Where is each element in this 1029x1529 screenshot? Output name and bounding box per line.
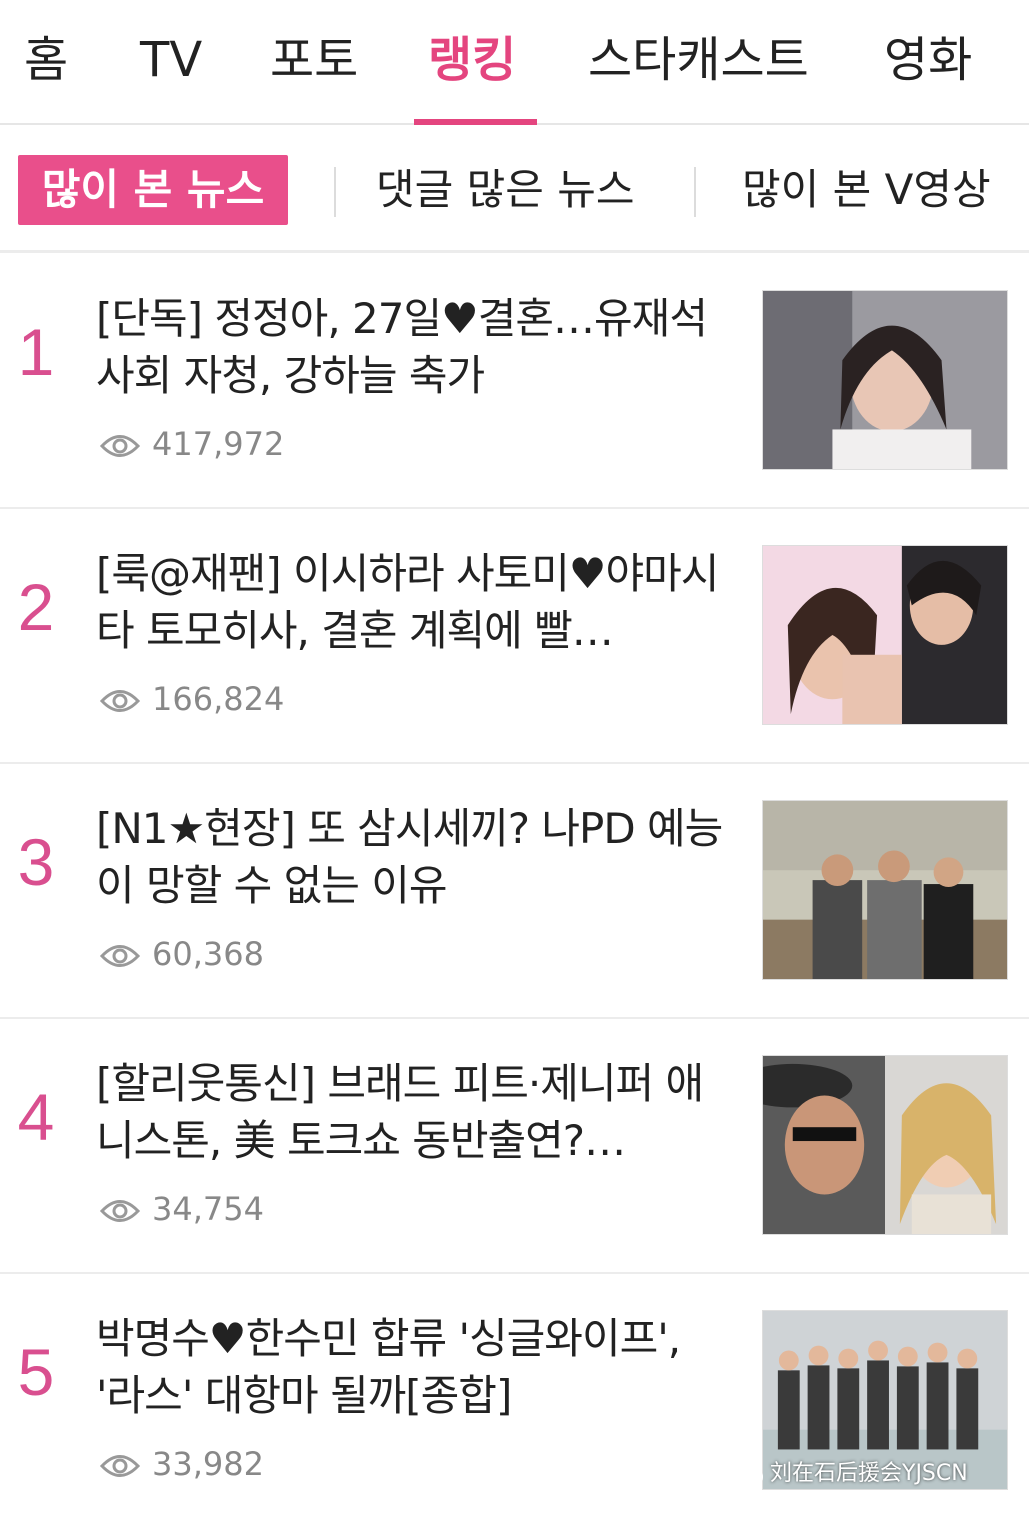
view-count-value: 60,368 (152, 935, 264, 973)
rank-number: 5 (17, 1335, 55, 1409)
eye-icon (100, 690, 140, 712)
view-count-value: 166,824 (152, 680, 285, 718)
news-list-item[interactable]: 4 [할리웃통신] 브래드 피트·제니퍼 애니스톤, 美 토크쇼 동반출연?… … (0, 1019, 1029, 1274)
tab-home[interactable]: 홈 (24, 30, 68, 90)
subtab-most-viewed-video[interactable]: 많이 본 V영상 (742, 155, 991, 225)
watermark: 刘在石后援会YJSCN (730, 1456, 968, 1492)
news-headline[interactable]: 박명수♥한수민 합류 '싱글와이프', '라스' 대항마 될까[종합] (96, 1310, 726, 1430)
news-thumbnail[interactable] (762, 1055, 1008, 1235)
top-navigation: 홈 TV 포토 랭킹 스타캐스트 영화 (0, 0, 1029, 125)
wechat-icon (731, 1462, 763, 1486)
view-count: 417,972 (100, 424, 284, 464)
eye-icon (100, 1455, 140, 1477)
view-count-value: 34,754 (152, 1190, 264, 1228)
view-count: 60,368 (100, 934, 264, 974)
view-count-value: 33,982 (152, 1445, 264, 1483)
tab-tv[interactable]: TV (140, 30, 202, 90)
view-count: 166,824 (100, 679, 284, 719)
subtab-divider (334, 167, 336, 217)
news-headline[interactable]: [단독] 정정아, 27일♥결혼…유재석 사회 자청, 강하늘 축가 (96, 290, 726, 410)
rank-number: 2 (17, 570, 55, 644)
news-thumbnail[interactable] (762, 800, 1008, 980)
news-headline[interactable]: [N1★현장] 또 삼시세끼? 나PD 예능이 망할 수 없는 이유 (96, 800, 726, 920)
news-list-item[interactable]: 1 [단독] 정정아, 27일♥결혼…유재석 사회 자청, 강하늘 축가 417… (0, 254, 1029, 509)
rank-number: 3 (17, 825, 55, 899)
eye-icon (100, 1200, 140, 1222)
news-thumbnail[interactable] (762, 290, 1008, 470)
rank-number: 4 (17, 1080, 55, 1154)
tab-movie[interactable]: 영화 (884, 30, 972, 90)
news-headline[interactable]: [룩@재팬] 이시하라 사토미♥야마시타 토모히사, 결혼 계획에 빨… (96, 545, 726, 665)
tab-ranking[interactable]: 랭킹 (428, 30, 516, 90)
news-list-item[interactable]: 3 [N1★현장] 또 삼시세끼? 나PD 예능이 망할 수 없는 이유 60,… (0, 764, 1029, 1019)
tab-photo[interactable]: 포토 (270, 30, 358, 90)
active-tab-indicator (414, 119, 537, 125)
rank-number: 1 (17, 315, 55, 389)
eye-icon (100, 945, 140, 967)
view-count: 33,982 (100, 1444, 264, 1484)
news-headline[interactable]: [할리웃통신] 브래드 피트·제니퍼 애니스톤, 美 토크쇼 동반출연?… (96, 1055, 726, 1175)
view-count-value: 417,972 (152, 425, 285, 463)
subtab-divider (694, 167, 696, 217)
news-thumbnail[interactable] (762, 545, 1008, 725)
subtab-most-viewed-news[interactable]: 많이 본 뉴스 (18, 155, 288, 225)
subtab-most-commented-news[interactable]: 댓글 많은 뉴스 (376, 155, 635, 225)
sub-navigation: 많이 본 뉴스 댓글 많은 뉴스 많이 본 V영상 (0, 127, 1029, 253)
news-list-item[interactable]: 2 [룩@재팬] 이시하라 사토미♥야마시타 토모히사, 결혼 계획에 빨… 1… (0, 509, 1029, 764)
watermark-text: 刘在石后援会YJSCN (770, 1461, 968, 1486)
eye-icon (100, 435, 140, 457)
tab-starcast[interactable]: 스타캐스트 (588, 30, 809, 90)
view-count: 34,754 (100, 1189, 264, 1229)
